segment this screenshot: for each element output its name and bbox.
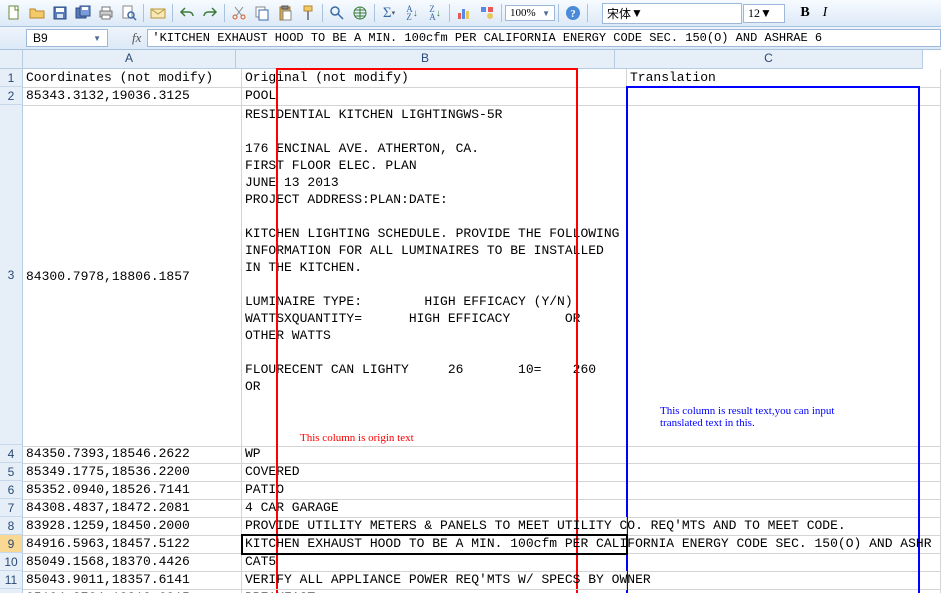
cell[interactable]: VERIFY ALL APPLIANCE POWER REQ'MTS W/ SP… [242,571,627,590]
font-size-value: 12 [748,6,760,21]
save-as-icon[interactable] [72,2,94,24]
cell[interactable]: 84916.5963,18457.5122 [23,535,242,554]
new-icon[interactable] [3,2,25,24]
cell[interactable] [627,499,941,518]
email-icon[interactable] [147,2,169,24]
cell[interactable]: CAT5 [242,553,627,572]
bold-button[interactable]: B [795,2,815,24]
format-painter-icon[interactable] [297,2,319,24]
row-header[interactable]: 3 [0,105,23,445]
row-header[interactable]: 11 [0,571,23,589]
row-header[interactable]: 9 [0,535,23,553]
cell[interactable]: 83928.1259,18450.2000 [23,517,242,536]
row-header[interactable]: 7 [0,499,23,517]
zoom-value: 100% [510,7,536,19]
cell[interactable]: 84308.4837,18472.2081 [23,499,242,518]
cell[interactable]: 85049.1568,18370.4426 [23,553,242,572]
row-header[interactable]: 1 [0,69,23,87]
cell[interactable]: COVERED [242,463,627,482]
sum-icon[interactable]: Σ▾ [378,2,400,24]
cell[interactable] [627,105,941,447]
col-header-B[interactable]: B [236,50,615,69]
zoom-combo[interactable]: 100%▼ [505,5,555,21]
select-all-corner[interactable] [0,50,23,69]
formula-bar-value: 'KITCHEN EXHAUST HOOD TO BE A MIN. 100cf… [152,31,822,45]
row-header[interactable]: 5 [0,463,23,481]
cell[interactable]: KITCHEN EXHAUST HOOD TO BE A MIN. 100cfm… [242,535,627,554]
row-header[interactable]: 12 [0,589,23,593]
cell[interactable]: 85349.1775,18536.2200 [23,463,242,482]
chart-icon[interactable] [453,2,475,24]
paste-icon[interactable] [274,2,296,24]
grid-body: A B C 1Coordinates (not modify)Original … [0,50,941,593]
svg-text:?: ? [570,8,576,20]
row-header[interactable]: 8 [0,517,23,535]
sort-desc-icon[interactable]: ZA↓ [424,2,446,24]
cell[interactable] [627,463,941,482]
drawing-icon[interactable] [476,2,498,24]
name-box[interactable]: B9▼ [26,29,108,47]
cell[interactable]: PATIO [242,481,627,500]
copy-icon[interactable] [251,2,273,24]
cell[interactable] [627,481,941,500]
cell[interactable]: 85352.0940,18526.7141 [23,481,242,500]
cell[interactable]: RESIDENTIAL KITCHEN LIGHTINGWS-5R 176 EN… [242,105,627,447]
font-name-combo[interactable]: 宋体▼ [602,3,742,24]
print-preview-icon[interactable] [118,2,140,24]
help-icon[interactable]: ? [562,2,584,24]
save-icon[interactable] [49,2,71,24]
cell[interactable] [627,445,941,464]
sort-asc-icon[interactable]: AZ↓ [401,2,423,24]
name-box-value: B9 [33,31,48,45]
cell[interactable]: WP [242,445,627,464]
row-header[interactable]: 4 [0,445,23,463]
main-toolbar: Σ▾ AZ↓ ZA↓ 100%▼ ? 宋体▼ 12▼ B I [0,0,941,27]
cell[interactable]: Translation [627,69,941,88]
cell[interactable]: 84300.7978,18806.1857 [23,105,242,447]
open-icon[interactable] [26,2,48,24]
row-header[interactable]: 10 [0,553,23,571]
cell[interactable]: 85104.2764,18312.6815 [23,589,242,593]
cell[interactable]: 4 CAR GARAGE [242,499,627,518]
cut-icon[interactable] [228,2,250,24]
cell[interactable] [627,553,941,572]
hyperlink-icon[interactable] [349,2,371,24]
cell[interactable]: 85043.9011,18357.6141 [23,571,242,590]
redo-icon[interactable] [199,2,221,24]
cell[interactable]: Coordinates (not modify) [23,69,242,88]
print-icon[interactable] [95,2,117,24]
cell[interactable]: Original (not modify) [242,69,627,88]
cell[interactable]: PROVIDE UTILITY METERS & PANELS TO MEET … [242,517,627,536]
cell[interactable]: 85343.3132,19036.3125 [23,87,242,106]
find-icon[interactable] [326,2,348,24]
col-header-A[interactable]: A [23,50,236,69]
col-header-C[interactable]: C [615,50,923,69]
formula-bar[interactable]: 'KITCHEN EXHAUST HOOD TO BE A MIN. 100cf… [147,29,941,47]
undo-icon[interactable] [176,2,198,24]
cell[interactable]: 84350.7393,18546.2622 [23,445,242,464]
formula-bar-row: B9▼ fx 'KITCHEN EXHAUST HOOD TO BE A MIN… [0,27,941,50]
fx-icon[interactable]: fx [132,30,141,46]
italic-button[interactable]: I [816,2,834,24]
font-size-combo[interactable]: 12▼ [743,4,785,23]
cell[interactable] [627,571,941,590]
row-header[interactable]: 2 [0,87,23,105]
cell[interactable]: POOL [242,87,627,106]
cell[interactable] [627,87,941,106]
font-name-value: 宋体 [607,5,631,22]
row-header[interactable]: 6 [0,481,23,499]
